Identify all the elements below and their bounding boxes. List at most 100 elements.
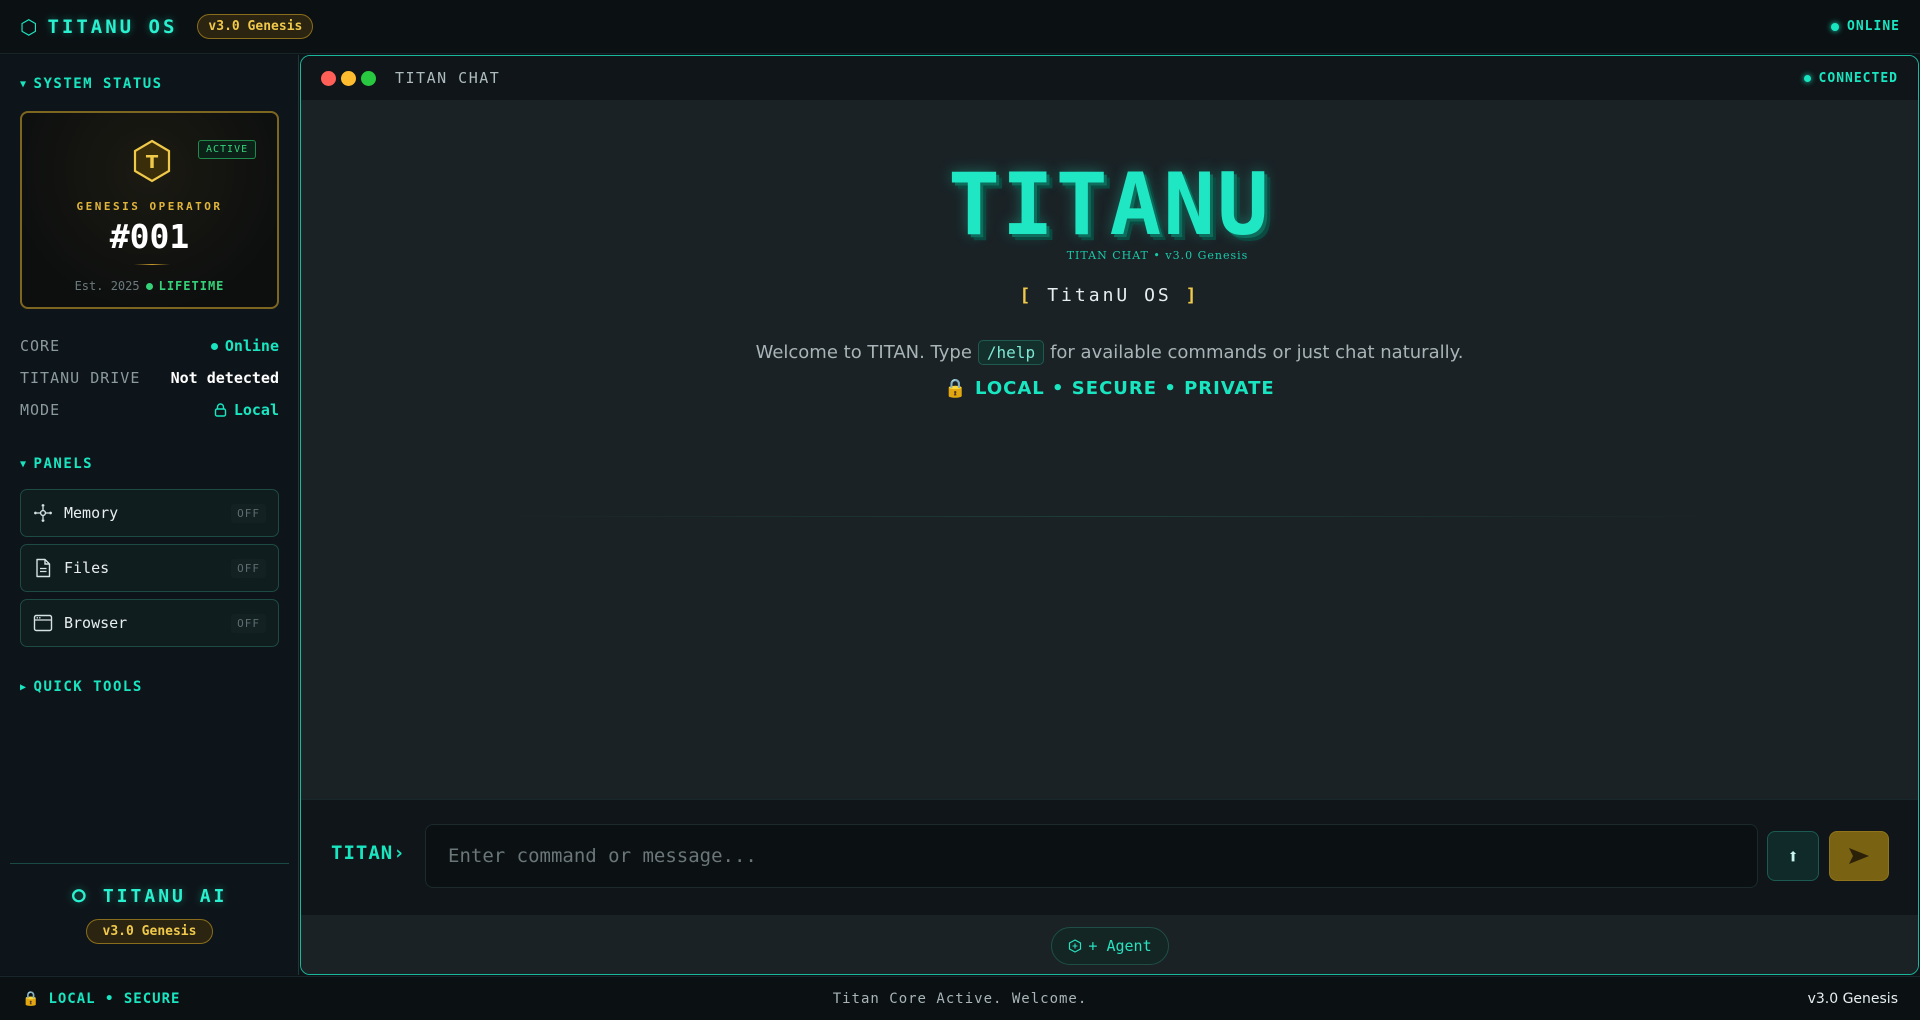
footer-version: v3.0 Genesis <box>1807 990 1898 1007</box>
status-value: Online <box>224 337 279 355</box>
brand-name: TITANU OS <box>47 15 178 38</box>
status-row-core: CORE Online <box>20 337 279 355</box>
upload-button[interactable]: ⬆ <box>1767 831 1819 881</box>
panel-memory-button[interactable]: Memory OFF <box>20 489 279 537</box>
add-agent-label: + Agent <box>1088 937 1152 955</box>
top-bar: ⬡ TITANU OS v3.0 Genesis ONLINE <box>0 0 1920 54</box>
lock-icon <box>214 403 227 417</box>
sidebar: ▼ SYSTEM STATUS T ACTIVE GENESIS OPERATO… <box>0 55 299 975</box>
status-dot-icon <box>1831 22 1840 31</box>
bracket-open: [ <box>1019 285 1034 306</box>
operator-footer: Est. 2025 LIFETIME <box>22 279 277 293</box>
operator-divider <box>134 264 170 265</box>
status-row-drive: TITANU DRIVE Not detected <box>20 369 279 387</box>
agent-hexagon-icon <box>1069 939 1082 953</box>
bracket-close: ] <box>1185 285 1200 306</box>
send-button[interactable] <box>1829 831 1889 881</box>
operator-label: GENESIS OPERATOR <box>76 200 223 213</box>
tagline: 🔒 LOCAL • SECURE • PRIVATE <box>301 378 1918 399</box>
panel-state-badge: OFF <box>231 503 266 523</box>
status-key: TITANU DRIVE <box>20 369 141 387</box>
os-label: [ TitanU OS ] <box>301 285 1918 306</box>
sidebar-footer-divider <box>10 863 289 864</box>
panels-header[interactable]: ▼ PANELS <box>20 456 93 472</box>
welcome-pre: Welcome to TITAN. Type <box>755 342 972 363</box>
arrow-up-icon: ⬆ <box>1786 844 1800 868</box>
minimize-window-icon[interactable] <box>341 70 356 86</box>
panel-files-button[interactable]: Files OFF <box>20 544 279 592</box>
status-message: Titan Core Active. Welcome. <box>832 990 1088 1007</box>
bottom-bar: 🔒 LOCAL • SECURE Titan Core Active. Welc… <box>0 976 1920 1020</box>
add-agent-button[interactable]: + Agent <box>1051 927 1169 965</box>
chat-title: TITAN CHAT <box>395 69 501 87</box>
panel-label: Memory <box>64 504 119 522</box>
tagline-text: LOCAL • SECURE • PRIVATE <box>975 378 1275 399</box>
file-icon <box>36 558 51 578</box>
lifetime-label: LIFETIME <box>158 279 225 293</box>
status-key: CORE <box>20 337 61 355</box>
triangle-right-icon: ▶ <box>20 681 28 693</box>
command-input[interactable] <box>425 824 1758 888</box>
ai-name: ⭘ TITANU AI <box>0 886 299 907</box>
panel-label: Browser <box>64 614 128 632</box>
agent-row: + Agent <box>301 915 1918 974</box>
ring-icon: ⭘ <box>71 886 89 907</box>
quick-tools-header[interactable]: ▶ QUICK TOOLS <box>20 679 143 695</box>
active-badge: ACTIVE <box>198 140 257 159</box>
titanu-logo: TITANU <box>301 160 1918 250</box>
logo-text: TITANU <box>948 155 1271 255</box>
os-label-text: TitanU OS <box>1047 285 1172 306</box>
send-arrow-icon <box>1849 848 1869 864</box>
status-value-wrap: Online <box>210 337 279 355</box>
welcome-message: Welcome to TITAN. Type /help for availab… <box>301 340 1918 365</box>
system-status-title: SYSTEM STATUS <box>33 76 163 92</box>
status-value-wrap: Local <box>214 401 279 419</box>
operator-number: #001 <box>109 217 190 256</box>
security-status: 🔒 LOCAL • SECURE <box>22 991 180 1007</box>
panel-state-badge: OFF <box>231 613 266 633</box>
browser-window-icon <box>33 614 53 632</box>
maximize-window-icon[interactable] <box>361 70 376 86</box>
status-value: Not detected <box>170 369 279 387</box>
brand: ⬡ TITANU OS v3.0 Genesis <box>20 14 314 39</box>
chat-window: TITAN CHAT CONNECTED TITANU TITAN CHAT •… <box>300 55 1919 975</box>
status-key: MODE <box>20 401 61 419</box>
version-badge: v3.0 Genesis <box>197 14 314 39</box>
security-status-label: LOCAL • SECURE <box>48 990 181 1007</box>
online-status-label: ONLINE <box>1847 19 1900 34</box>
help-command-code: /help <box>977 340 1045 365</box>
panel-state-badge: OFF <box>231 558 266 578</box>
lifetime-dot-icon <box>145 282 153 290</box>
connection-status-label: CONNECTED <box>1818 70 1898 86</box>
hexagon-logo-icon: ⬡ <box>20 14 38 39</box>
lock-icon: 🔒 <box>22 990 41 1007</box>
welcome-post: for available commands or just chat natu… <box>1050 342 1464 363</box>
quick-tools-title: QUICK TOOLS <box>33 679 143 695</box>
chat-divider <box>501 516 1720 517</box>
ai-name-label: TITANU AI <box>102 886 228 907</box>
logo-subtitle: TITAN CHAT • v3.0 Genesis <box>1066 249 1249 262</box>
operator-card: T ACTIVE GENESIS OPERATOR #001 Est. 2025… <box>20 111 279 309</box>
triangle-down-icon: ▼ <box>20 78 28 90</box>
close-window-icon[interactable] <box>321 70 336 86</box>
system-status-header[interactable]: ▼ SYSTEM STATUS <box>20 76 163 92</box>
titan-hexagon-icon: T <box>133 139 171 183</box>
connection-status: CONNECTED <box>1803 70 1898 86</box>
online-dot-icon <box>210 342 218 350</box>
chat-header: TITAN CHAT CONNECTED <box>301 56 1918 100</box>
established-label: Est. 2025 <box>74 279 140 293</box>
input-area: TITAN› ⬆ <box>301 799 1918 915</box>
status-value: Local <box>233 401 279 419</box>
hexagon-letter: T <box>146 152 159 173</box>
panel-browser-button[interactable]: Browser OFF <box>20 599 279 647</box>
prompt-label: TITAN› <box>331 842 406 864</box>
ai-version-badge: v3.0 Genesis <box>86 919 213 944</box>
panel-label: Files <box>64 559 110 577</box>
online-status: ONLINE <box>1831 19 1900 34</box>
panels-title: PANELS <box>33 456 94 472</box>
status-row-mode: MODE Local <box>20 401 279 419</box>
connected-dot-icon <box>1803 74 1811 82</box>
lock-icon: 🔒 <box>944 378 968 399</box>
network-icon <box>34 504 52 522</box>
triangle-down-icon: ▼ <box>20 458 28 470</box>
